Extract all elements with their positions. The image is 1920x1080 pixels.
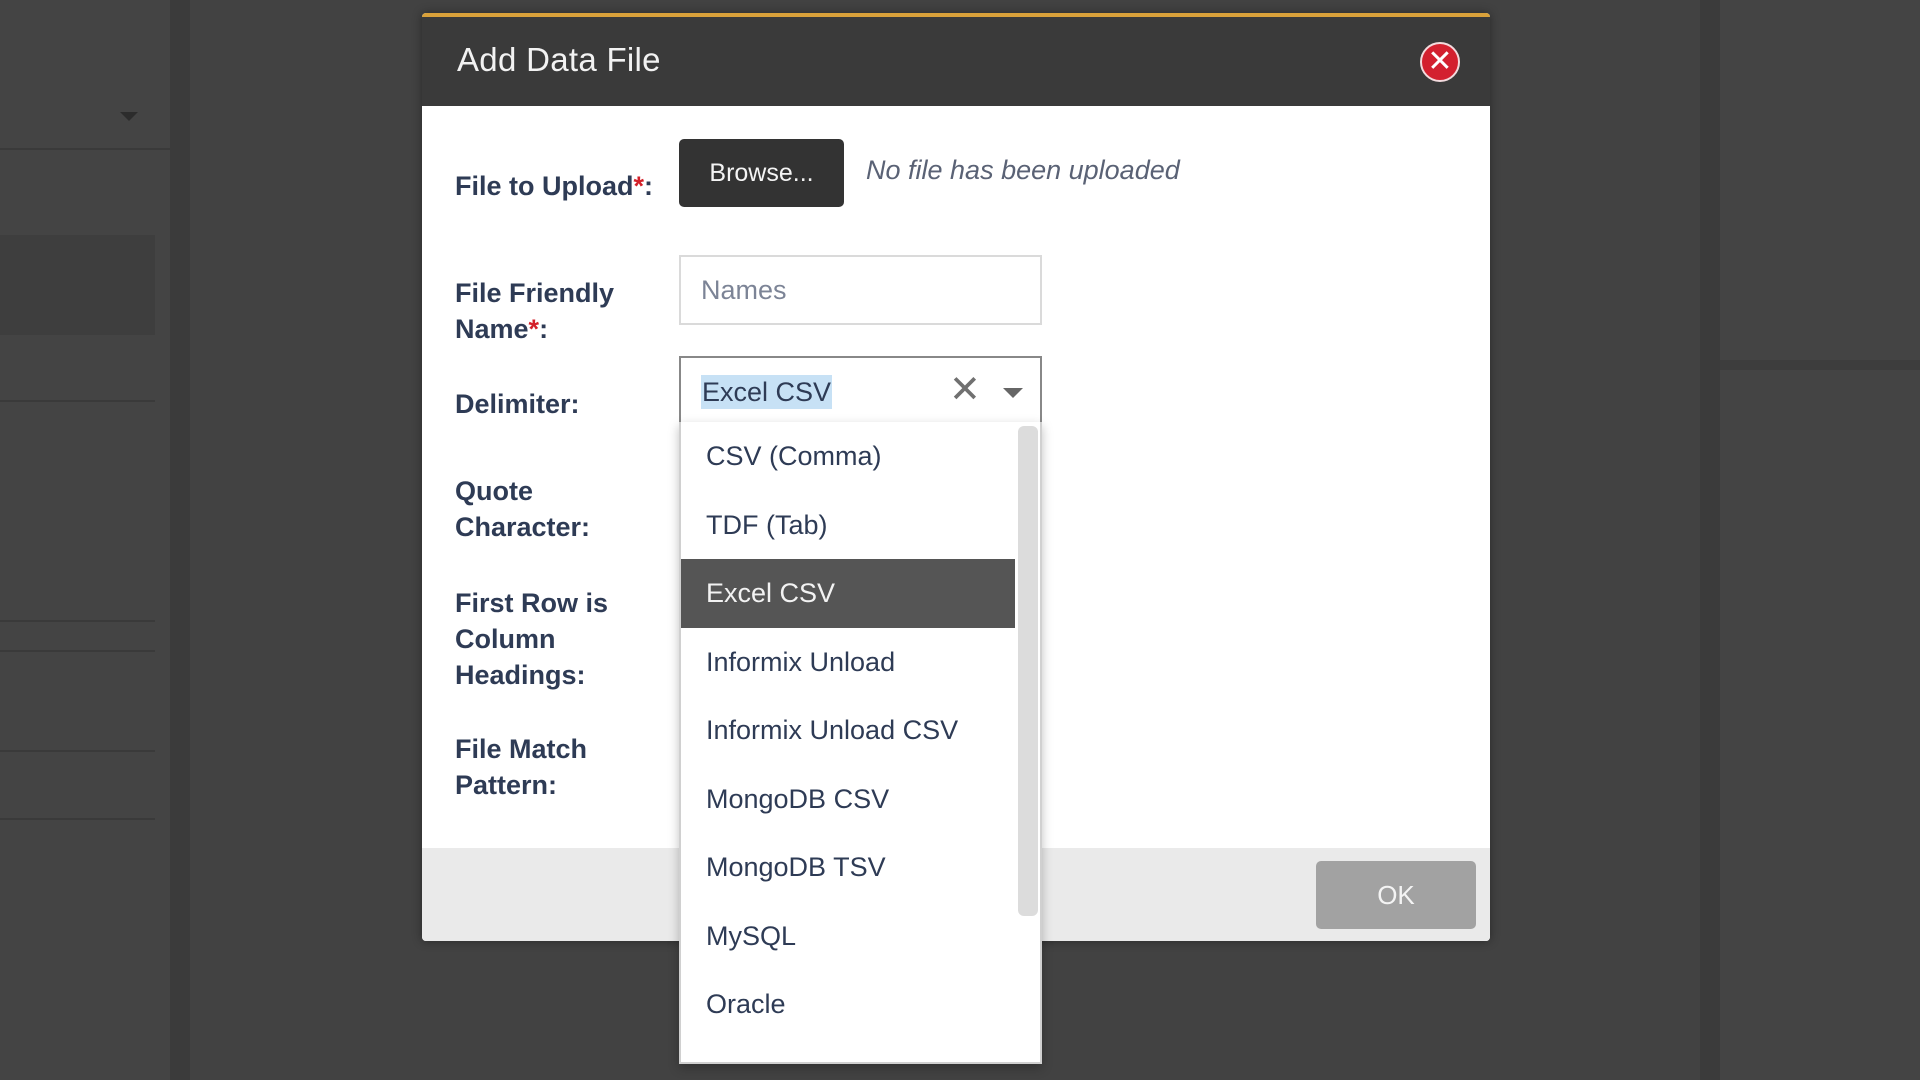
- delimiter-selected-value: Excel CSV: [701, 375, 833, 409]
- delimiter-dropdown-list: CSV (Comma) TDF (Tab) Excel CSV Informix…: [679, 422, 1042, 1064]
- dropdown-option[interactable]: MySQL: [681, 902, 1015, 971]
- divider: [0, 750, 155, 752]
- dropdown-option[interactable]: Oracle: [681, 970, 1015, 1039]
- clear-icon[interactable]: ✕: [949, 370, 981, 410]
- browse-button[interactable]: Browse...: [679, 139, 844, 207]
- upload-status-text: No file has been uploaded: [866, 155, 1180, 185]
- background-block: [0, 235, 155, 335]
- required-mark: *: [528, 314, 540, 344]
- divider: [0, 650, 155, 652]
- file-upload-label: File to Upload*:: [455, 171, 654, 201]
- divider: [1720, 360, 1920, 370]
- delimiter-select[interactable]: Excel CSV ✕: [679, 356, 1042, 425]
- dropdown-option[interactable]: Informix Unload: [681, 628, 1015, 697]
- divider: [0, 620, 155, 622]
- dropdown-option[interactable]: MongoDB CSV: [681, 765, 1015, 834]
- chevron-down-icon[interactable]: [1003, 388, 1023, 398]
- dialog-header: Add Data File ✕: [422, 13, 1490, 106]
- divider: [0, 400, 155, 402]
- dropdown-option[interactable]: CSV (Comma): [681, 422, 1015, 491]
- first-row-headings-label: First Row is Column Headings:: [455, 588, 609, 690]
- dropdown-option[interactable]: Informix Unload CSV: [681, 696, 1015, 765]
- divider: [0, 148, 170, 150]
- ok-button[interactable]: OK: [1316, 861, 1476, 929]
- divider: [0, 818, 155, 820]
- background-left-panel: [0, 0, 190, 1080]
- chevron-down-icon: [120, 112, 138, 121]
- file-match-pattern-label: File Match Pattern:: [455, 734, 588, 800]
- close-button[interactable]: ✕: [1420, 42, 1460, 82]
- dropdown-options: CSV (Comma) TDF (Tab) Excel CSV Informix…: [681, 422, 1015, 1039]
- required-mark: *: [633, 171, 645, 201]
- dropdown-option-selected[interactable]: Excel CSV: [681, 559, 1015, 628]
- background-right-panel: [1700, 0, 1920, 1080]
- delimiter-label: Delimiter:: [455, 389, 580, 419]
- dialog-title: Add Data File: [457, 41, 661, 78]
- close-icon: ✕: [1427, 45, 1453, 78]
- friendly-name-input[interactable]: [679, 255, 1042, 325]
- dropdown-option[interactable]: MongoDB TSV: [681, 833, 1015, 902]
- quote-character-label: Quote Character:: [455, 476, 591, 542]
- dropdown-option[interactable]: TDF (Tab): [681, 491, 1015, 560]
- friendly-name-label: File Friendly Name*:: [455, 278, 615, 344]
- scrollbar-thumb[interactable]: [1018, 426, 1038, 916]
